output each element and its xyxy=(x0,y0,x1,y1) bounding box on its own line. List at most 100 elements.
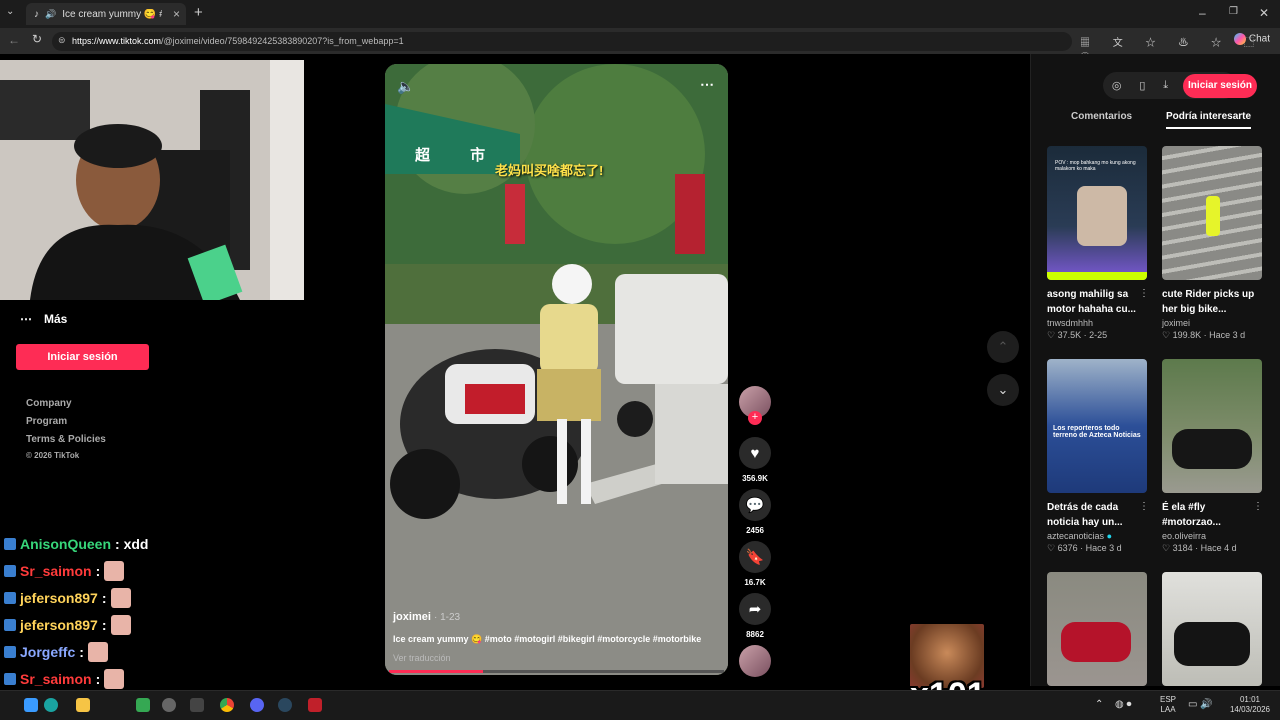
webcam-image xyxy=(0,60,304,300)
app-red-icon[interactable] xyxy=(308,698,322,712)
audio-icon[interactable]: 🔊 xyxy=(45,9,56,20)
url-field[interactable]: ⊜ https://www.tiktok.com/@joximei/video/… xyxy=(52,32,1072,51)
recommended-card[interactable] xyxy=(1047,572,1147,686)
tiktok-favicon-icon: ♪ xyxy=(34,8,39,20)
chat-emote-icon xyxy=(104,669,125,689)
chat-username: Sr_saimon xyxy=(20,563,92,579)
language-indicator[interactable]: ESP LAA xyxy=(1160,695,1176,715)
comment-icon[interactable]: 💬 xyxy=(739,489,771,521)
share-action[interactable]: ➦ 8862 xyxy=(738,593,772,639)
footer-link-program[interactable]: Program xyxy=(26,416,67,427)
recommended-card[interactable] xyxy=(1162,572,1262,686)
play-icon[interactable] xyxy=(136,698,150,712)
more-label: Más xyxy=(44,312,68,326)
video-author[interactable]: joximei · 1-23 xyxy=(393,611,460,623)
back-icon[interactable]: ← xyxy=(8,33,20,47)
card-thumbnail[interactable] xyxy=(1162,146,1262,280)
footer-link-company[interactable]: Company xyxy=(26,398,72,409)
music-disc-icon[interactable] xyxy=(739,645,771,677)
chat-message: AnisonQueen: xdd xyxy=(4,533,148,555)
sidebar-login-button[interactable]: Iniciar sesión xyxy=(16,344,149,370)
card-title[interactable]: asong mahilig sa motor hahaha cu... xyxy=(1047,287,1147,317)
video-description[interactable]: Ice cream yummy 😋 #moto #motogirl #bikeg… xyxy=(393,634,701,645)
app-icon[interactable] xyxy=(162,698,176,712)
recommended-card[interactable]: cute Rider picks up her big bike... joxi… xyxy=(1162,146,1262,341)
card-author[interactable]: tnwsdmhhh xyxy=(1047,318,1147,328)
recommended-card[interactable]: É ela #fly #motorzao... eo.oliveirra ♡ 3… xyxy=(1162,359,1262,554)
card-author-name[interactable]: aztecanoticias xyxy=(1047,531,1104,541)
browser-tab[interactable]: ♪ 🔊 Ice cream yummy 😋 #moto × xyxy=(26,3,186,25)
card-date: Hace 3 d xyxy=(1085,543,1122,553)
card-more-icon[interactable]: ⋮ xyxy=(1139,501,1149,512)
chat-message: Jorgeffc: xyxy=(4,641,108,663)
right-panel: ◎ ▯ ⤓ Iniciar sesión Comentarios Podría … xyxy=(1030,54,1280,686)
card-title[interactable]: É ela #fly #motorzao... xyxy=(1162,500,1262,530)
card-title[interactable]: cute Rider picks up her big bike... xyxy=(1162,287,1262,317)
file-explorer-icon[interactable] xyxy=(76,698,90,712)
discord-icon[interactable] xyxy=(250,698,264,712)
video-player[interactable]: 超 市 老妈叫买啥都忘了! 🔈 ⋯ joximei · 1-23 Ice cre… xyxy=(385,64,728,675)
autoscroll-icon[interactable]: ◎ xyxy=(1112,79,1122,92)
sound-disc[interactable] xyxy=(738,645,772,677)
thumb-text: Los reporteros todo terreno de Azteca No… xyxy=(1053,425,1141,439)
new-tab-button[interactable]: + xyxy=(194,4,203,21)
card-thumbnail[interactable]: Los reporteros todo terreno de Azteca No… xyxy=(1047,359,1147,493)
card-more-icon[interactable]: ⋮ xyxy=(1139,288,1149,299)
previous-video-button[interactable]: ⌃ xyxy=(987,331,1019,363)
more-menu-item[interactable]: ⋯ Más xyxy=(20,312,67,326)
card-thumbnail[interactable] xyxy=(1047,572,1147,686)
comment-action[interactable]: 💬 2456 xyxy=(738,489,772,535)
save-action[interactable]: 🔖 16.7K xyxy=(738,541,772,587)
video-author-name[interactable]: joximei xyxy=(393,611,431,623)
see-translation-link[interactable]: Ver traducción xyxy=(393,653,451,663)
site-info-icon[interactable]: ⊜ xyxy=(58,35,66,46)
like-action[interactable]: ♥ 356.9K xyxy=(738,437,772,483)
network-icons[interactable]: ◍ ⏺ xyxy=(1115,700,1132,710)
tab-comments[interactable]: Comentarios xyxy=(1071,111,1132,122)
card-author[interactable]: eo.oliveirra xyxy=(1162,531,1262,541)
video-progress-bar[interactable] xyxy=(389,670,724,673)
mute-icon[interactable]: 🔈 xyxy=(397,78,414,95)
card-thumbnail[interactable] xyxy=(1162,572,1262,686)
follow-plus-icon[interactable]: + xyxy=(748,411,762,425)
close-window-button[interactable]: ✕ xyxy=(1259,6,1269,20)
tab-list-button[interactable]: ⌄ xyxy=(6,6,14,17)
download-icon[interactable]: ⤓ xyxy=(1163,79,1168,92)
footer-link-terms[interactable]: Terms & Policies xyxy=(26,434,106,445)
chrome-icon[interactable] xyxy=(220,698,234,712)
card-author[interactable]: aztecanoticias ● xyxy=(1047,531,1147,541)
card-thumbnail[interactable] xyxy=(1162,359,1262,493)
obs-icon[interactable] xyxy=(190,698,204,712)
heart-icon[interactable]: ♥ xyxy=(739,437,771,469)
phone-icon[interactable]: ▯ xyxy=(1139,79,1145,92)
card-title[interactable]: Detrás de cada noticia hay un... xyxy=(1047,500,1147,530)
next-video-button[interactable]: ⌄ xyxy=(987,374,1019,406)
recommended-card[interactable]: POV : mop bahkang mo kung akong malakom … xyxy=(1047,146,1147,341)
share-icon[interactable]: ➦ xyxy=(739,593,771,625)
card-thumbnail[interactable]: POV : mop bahkang mo kung akong malakom … xyxy=(1047,146,1147,280)
bookmark-icon[interactable]: 🔖 xyxy=(739,541,771,573)
heart-outline-icon: ♡ xyxy=(1047,330,1056,340)
steam-icon[interactable] xyxy=(278,698,292,712)
copilot-chat-button[interactable]: Chat xyxy=(1234,33,1270,45)
card-likes: 199.8K xyxy=(1172,330,1202,340)
tab-might-interest[interactable]: Podría interesarte xyxy=(1166,111,1252,129)
chat-message: Sr_saimon: xyxy=(4,668,125,690)
author-avatar-button[interactable]: + xyxy=(738,386,772,425)
tray-chevron-icon[interactable]: ⌃ xyxy=(1095,700,1103,710)
close-tab-icon[interactable]: × xyxy=(173,7,180,21)
maximize-button[interactable]: ❐ xyxy=(1229,6,1238,17)
heart-outline-icon: ♡ xyxy=(1162,543,1171,553)
recommended-card[interactable]: Los reporteros todo terreno de Azteca No… xyxy=(1047,359,1147,554)
card-author[interactable]: joximei xyxy=(1162,318,1262,328)
start-icon[interactable] xyxy=(24,698,38,712)
header-login-button[interactable]: Iniciar sesión xyxy=(1183,74,1257,98)
clock[interactable]: 01:01 14/03/2026 xyxy=(1225,695,1275,715)
card-more-icon[interactable]: ⋮ xyxy=(1253,501,1263,512)
edge-icon[interactable] xyxy=(44,698,58,712)
chevron-up-icon: ⌃ xyxy=(997,339,1009,354)
minimize-button[interactable]: – xyxy=(1199,6,1206,20)
reload-icon[interactable]: ↻ xyxy=(32,32,42,46)
video-options-icon[interactable]: ⋯ xyxy=(700,76,714,93)
system-icons[interactable]: ▭ 🔊 xyxy=(1188,700,1213,710)
